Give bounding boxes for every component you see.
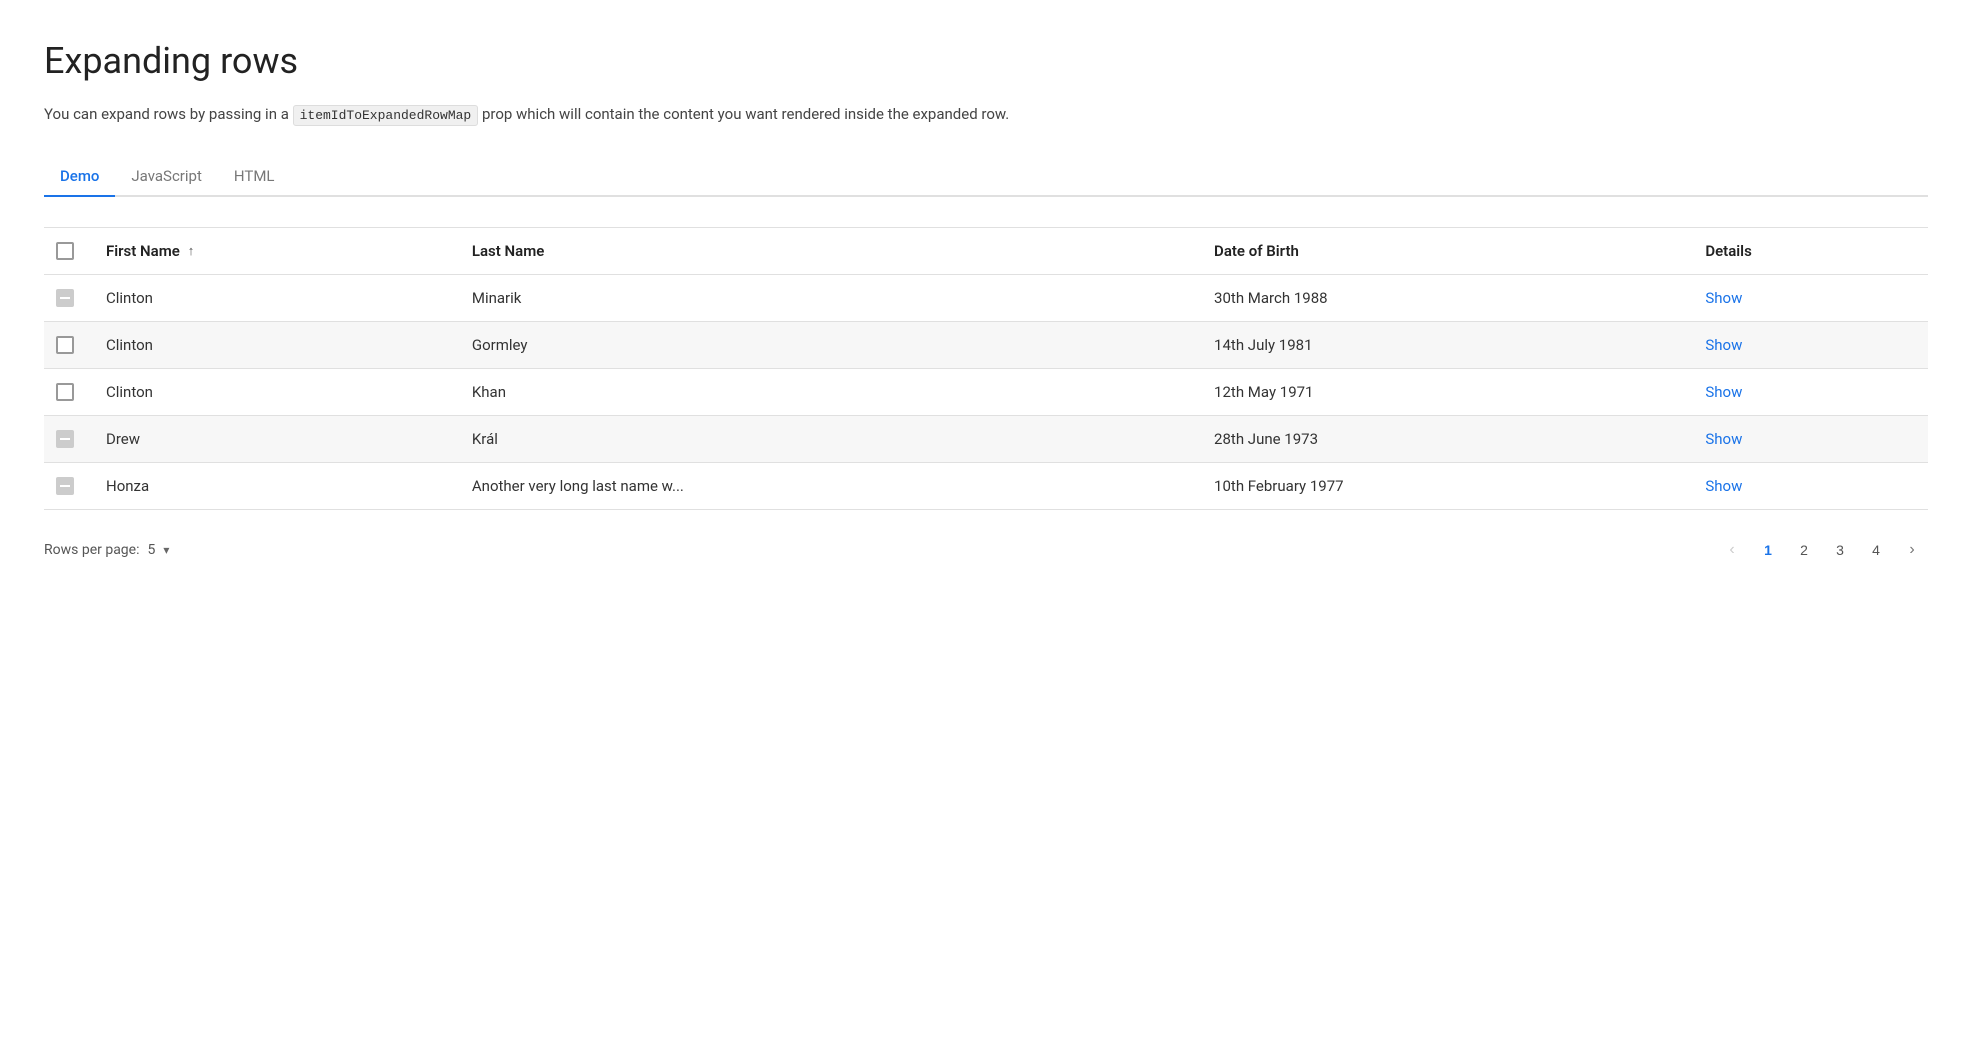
show-details-button[interactable]: Show xyxy=(1705,430,1742,448)
show-details-button[interactable]: Show xyxy=(1705,383,1742,401)
cell-last-name: Another very long last name w... xyxy=(456,462,1198,509)
pagination-controls: ‹ 1 2 3 4 › xyxy=(1716,534,1928,566)
table-row: DrewKrál28th June 1973 Show xyxy=(44,415,1928,462)
cell-last-name: Král xyxy=(456,415,1198,462)
cell-details: Show xyxy=(1689,321,1928,368)
header-checkbox[interactable] xyxy=(56,242,74,260)
page-button-4[interactable]: 4 xyxy=(1860,534,1892,566)
data-table: First Name ↑ Last Name Date of Birth Det… xyxy=(44,227,1928,510)
prev-page-button[interactable]: ‹ xyxy=(1716,534,1748,566)
table-footer: Rows per page: 5 ▾ ‹ 1 2 3 4 › xyxy=(44,534,1928,566)
page-button-1[interactable]: 1 xyxy=(1752,534,1784,566)
cell-details: Show xyxy=(1689,462,1928,509)
cell-first-name: Honza xyxy=(90,462,456,509)
page-description: You can expand rows by passing in a item… xyxy=(44,102,1928,127)
tabs-container: Demo JavaScript HTML xyxy=(44,157,1928,197)
tab-html[interactable]: HTML xyxy=(218,157,291,197)
row-checkbox[interactable] xyxy=(56,336,74,354)
header-details-label: Details xyxy=(1705,242,1751,260)
cell-date-of-birth: 30th March 1988 xyxy=(1198,274,1689,321)
show-details-button[interactable]: Show xyxy=(1705,336,1742,354)
cell-last-name: Minarik xyxy=(456,274,1198,321)
rows-per-page-label: Rows per page: xyxy=(44,542,139,558)
table-row: ClintonMinarik30th March 1988 Show xyxy=(44,274,1928,321)
tab-javascript[interactable]: JavaScript xyxy=(115,157,217,197)
sort-arrow-icon[interactable]: ↑ xyxy=(188,243,195,259)
cell-last-name: Gormley xyxy=(456,321,1198,368)
description-text-2: prop which will contain the content you … xyxy=(478,105,1009,123)
table-row: ClintonGormley14th July 1981 Show xyxy=(44,321,1928,368)
cell-details: Show xyxy=(1689,274,1928,321)
cell-first-name: Clinton xyxy=(90,368,456,415)
cell-date-of-birth: 14th July 1981 xyxy=(1198,321,1689,368)
header-first-name: First Name ↑ xyxy=(90,227,456,274)
page-title: Expanding rows xyxy=(44,40,1928,82)
tab-demo[interactable]: Demo xyxy=(44,157,115,197)
cell-first-name: Drew xyxy=(90,415,456,462)
cell-date-of-birth: 10th February 1977 xyxy=(1198,462,1689,509)
row-checkbox[interactable] xyxy=(56,477,74,495)
table-header-row: First Name ↑ Last Name Date of Birth Det… xyxy=(44,227,1928,274)
show-details-button[interactable]: Show xyxy=(1705,289,1742,307)
row-checkbox[interactable] xyxy=(56,383,74,401)
header-last-name: Last Name xyxy=(456,227,1198,274)
cell-date-of-birth: 12th May 1971 xyxy=(1198,368,1689,415)
row-checkbox[interactable] xyxy=(56,430,74,448)
cell-date-of-birth: 28th June 1973 xyxy=(1198,415,1689,462)
table-row: ClintonKhan12th May 1971 Show xyxy=(44,368,1928,415)
show-details-button[interactable]: Show xyxy=(1705,477,1742,495)
cell-first-name: Clinton xyxy=(90,321,456,368)
cell-details: Show xyxy=(1689,368,1928,415)
row-checkbox[interactable] xyxy=(56,289,74,307)
header-last-name-label: Last Name xyxy=(472,242,544,260)
cell-last-name: Khan xyxy=(456,368,1198,415)
page-button-2[interactable]: 2 xyxy=(1788,534,1820,566)
description-text-1: You can expand rows by passing in a xyxy=(44,105,293,123)
cell-first-name: Clinton xyxy=(90,274,456,321)
header-date-of-birth: Date of Birth xyxy=(1198,227,1689,274)
cell-details: Show xyxy=(1689,415,1928,462)
rows-per-page-control[interactable]: Rows per page: 5 ▾ xyxy=(44,542,169,558)
description-code: itemIdToExpandedRowMap xyxy=(293,105,479,126)
page-button-3[interactable]: 3 xyxy=(1824,534,1856,566)
header-checkbox-cell xyxy=(44,227,90,274)
next-page-button[interactable]: › xyxy=(1896,534,1928,566)
rows-per-page-value: 5 xyxy=(147,542,155,558)
table-row: HonzaAnother very long last name w...10t… xyxy=(44,462,1928,509)
chevron-down-icon: ▾ xyxy=(163,543,169,557)
header-details: Details xyxy=(1689,227,1928,274)
header-date-of-birth-label: Date of Birth xyxy=(1214,242,1299,260)
header-first-name-label: First Name xyxy=(106,242,180,260)
